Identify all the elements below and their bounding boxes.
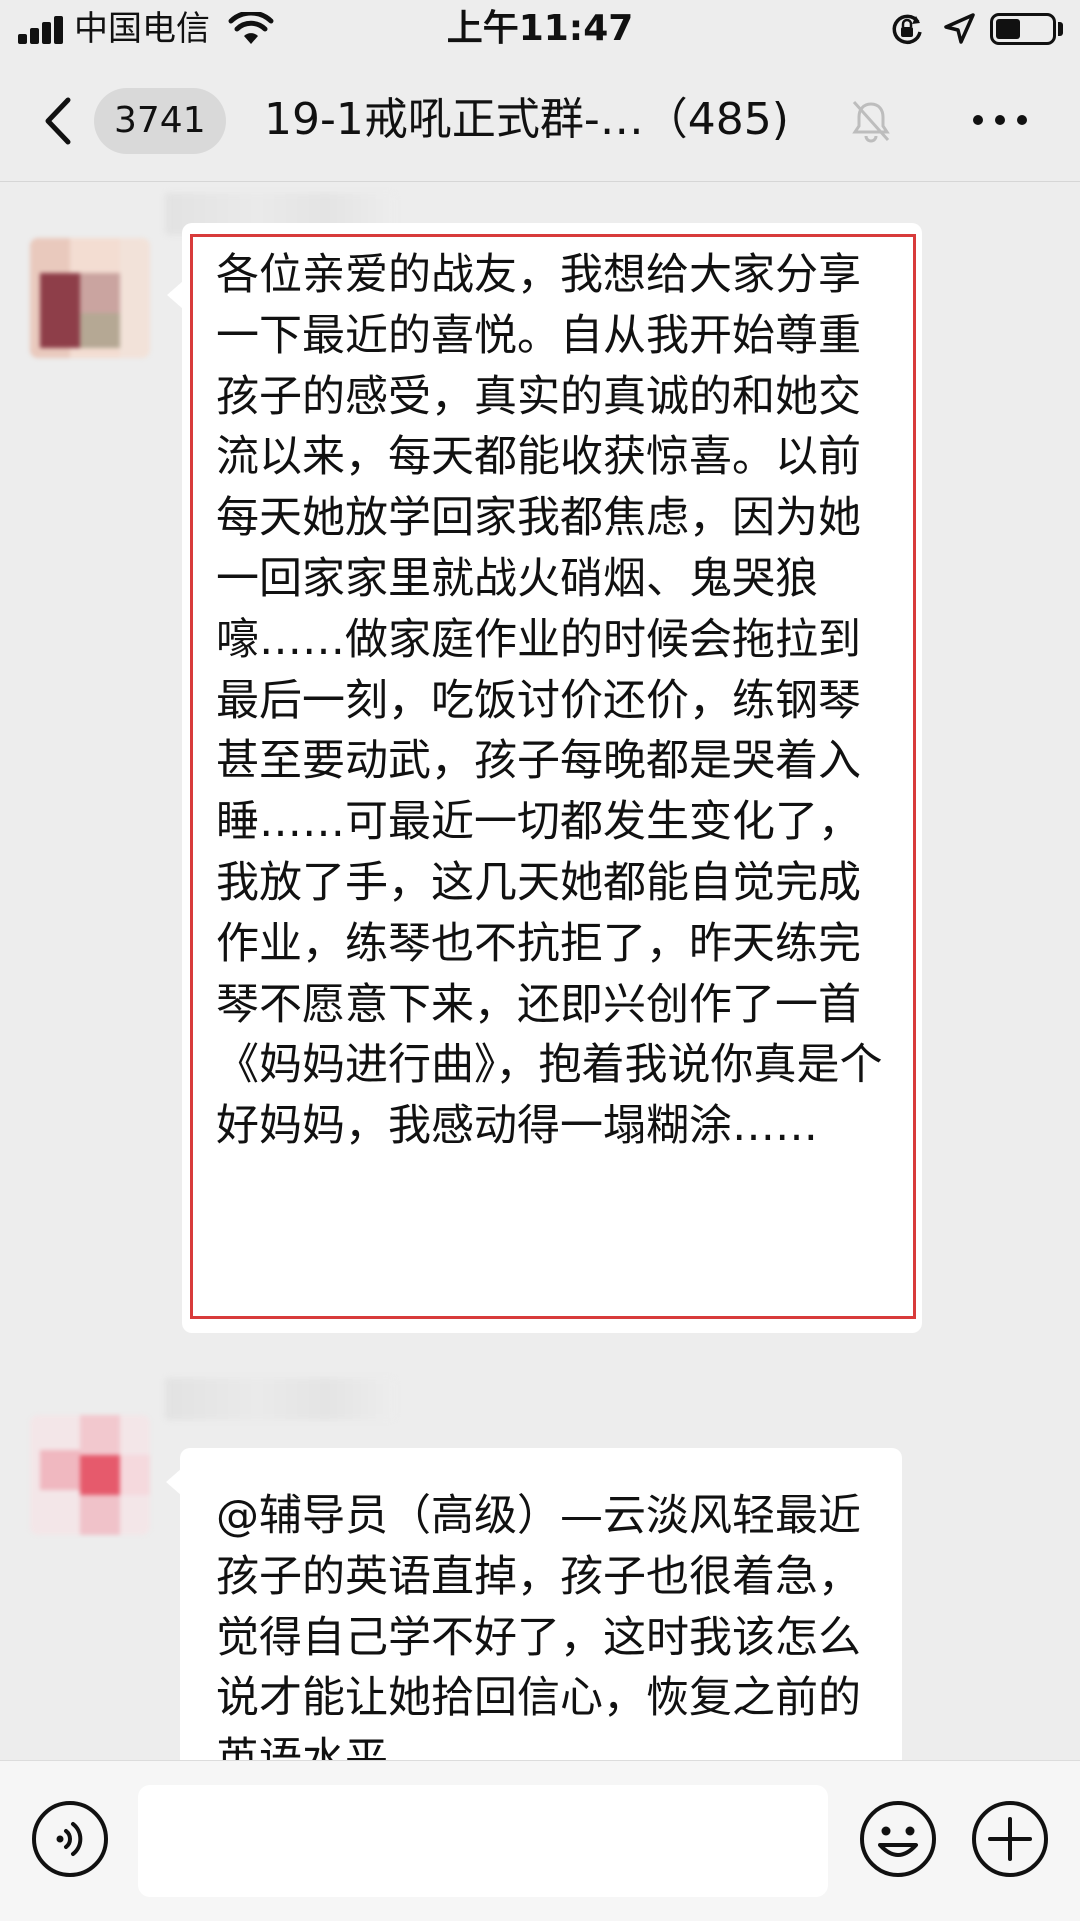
chat-header: 3741 19-1戒吼正式群-…（485) [0, 60, 1080, 182]
message-bubble[interactable]: 各位亲爱的战友，我想给大家分享一下最近的喜悦。自从我开始尊重孩子的感受，真实的真… [182, 223, 922, 1333]
bubble-arrow [167, 281, 183, 309]
avatar[interactable] [30, 1415, 150, 1535]
battery-tip [1058, 22, 1063, 36]
chat-title: 19-1戒吼正式群-…（485) [264, 94, 789, 145]
battery-level [996, 19, 1020, 39]
status-bar: 中国电信 上午11:47 [0, 0, 1080, 60]
message-text: @辅导员（高级）—云淡风轻最近孩子的英语直掉，孩子也很着急，觉得自己学不好了，这… [216, 1491, 861, 1760]
message-text: 各位亲爱的战友，我想给大家分享一下最近的喜悦。自从我开始尊重孩子的感受，真实的真… [216, 250, 883, 1152]
voice-icon[interactable] [30, 1799, 110, 1879]
more-dots-icon[interactable] [970, 100, 1030, 140]
sender-name-redacted [165, 1378, 395, 1420]
message-list[interactable]: 各位亲爱的战友，我想给大家分享一下最近的喜悦。自从我开始尊重孩子的感受，真实的真… [0, 183, 1080, 1760]
battery-icon [990, 13, 1056, 45]
emoji-icon[interactable] [858, 1799, 938, 1879]
plus-icon[interactable] [970, 1799, 1050, 1879]
message-input[interactable] [138, 1785, 828, 1897]
location-icon [944, 13, 975, 44]
message-bubble[interactable]: @辅导员（高级）—云淡风轻最近孩子的英语直掉，孩子也很着急，觉得自己学不好了，这… [180, 1448, 902, 1760]
input-bar [0, 1760, 1080, 1921]
avatar[interactable] [30, 238, 150, 358]
unread-count-badge[interactable]: 3741 [94, 88, 226, 154]
back-chevron-icon[interactable] [36, 96, 86, 146]
mute-bell-icon [852, 100, 890, 143]
orientation-lock-icon [892, 14, 922, 45]
